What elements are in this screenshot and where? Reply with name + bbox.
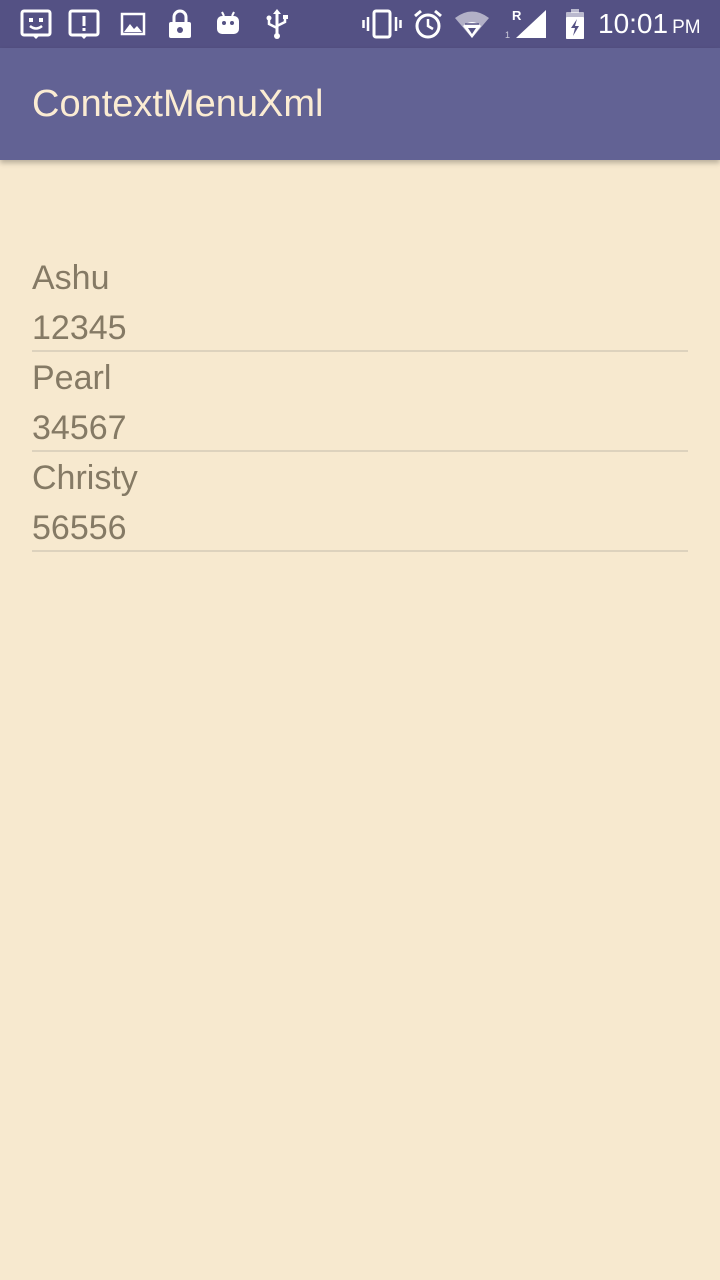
status-ampm: PM	[672, 17, 701, 38]
notification-face-icon	[20, 8, 52, 40]
contact-name: Ashu	[32, 259, 110, 297]
contact-number: 12345	[32, 309, 127, 347]
image-icon	[120, 8, 146, 40]
contact-list: Ashu 12345 Pearl 34567 Christy 56556	[32, 252, 688, 552]
network-type-label: R	[512, 8, 522, 23]
contact-number: 34567	[32, 409, 127, 447]
wifi-icon	[454, 8, 490, 40]
contact-name: Christy	[32, 459, 138, 497]
vibrate-icon	[362, 8, 402, 40]
contact-number: 56556	[32, 509, 127, 547]
contact-name: Pearl	[32, 359, 112, 397]
status-bar: R 1 10:01 PM	[0, 0, 720, 48]
usb-icon	[264, 8, 290, 40]
cell-signal-icon: R 1	[504, 8, 548, 40]
status-clock: 10:01 PM	[598, 6, 701, 46]
sim-slot-label: 1	[505, 30, 510, 40]
android-icon	[214, 8, 242, 40]
battery-charging-icon	[564, 8, 586, 40]
app-title: ContextMenuXml	[32, 83, 324, 125]
list-item[interactable]: Pearl 34567	[32, 352, 688, 452]
alarm-icon	[412, 8, 444, 40]
list-item[interactable]: Ashu 12345	[32, 252, 688, 352]
alert-message-icon	[68, 8, 100, 40]
status-time: 10:01	[598, 8, 669, 39]
list-item[interactable]: Christy 56556	[32, 452, 688, 552]
app-bar: ContextMenuXml	[0, 48, 720, 160]
lock-icon	[166, 8, 194, 40]
